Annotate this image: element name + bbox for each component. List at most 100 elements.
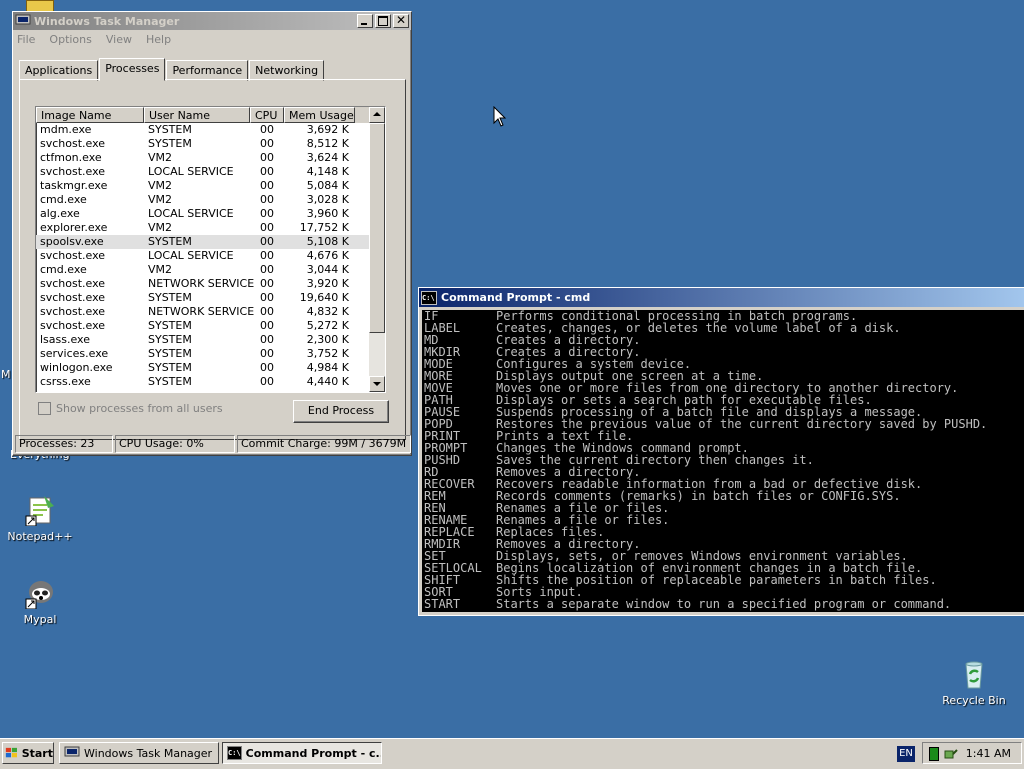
tab-processes[interactable]: Processes [99,58,166,81]
scroll-thumb[interactable] [369,123,385,333]
table-row[interactable]: svchost.exe SYSTEM 00 8,512 K [36,137,385,151]
table-row[interactable]: svchost.exe SYSTEM 00 5,272 K [36,319,385,333]
table-row[interactable]: services.exe SYSTEM 00 3,752 K [36,347,385,361]
table-row[interactable]: csrss.exe SYSTEM 00 4,440 K [36,375,385,389]
clock[interactable]: 1:41 AM [966,747,1011,760]
status-cpu-usage: CPU Usage: 0% [115,435,235,453]
command-name: START [424,597,461,611]
process-list-header: Image Name User Name CPU Mem Usage [36,107,385,123]
cell-mem-usage: 3,920 K [306,277,349,290]
mouse-cursor-icon [493,106,507,127]
end-process-button[interactable]: End Process [293,400,389,423]
show-all-users-label: Show processes from all users [56,402,223,415]
table-row[interactable]: svchost.exe NETWORK SERVICE 00 3,920 K [36,277,385,291]
menu-view[interactable]: View [106,33,132,46]
usb-tray-icon[interactable] [943,745,959,761]
tab-performance[interactable]: Performance [166,60,249,81]
cell-cpu: 00 [260,123,274,136]
table-row[interactable]: taskmgr.exe VM2 00 5,084 K [36,179,385,193]
desktop-icon-recycle-bin[interactable]: Recycle Bin [934,658,1014,707]
process-list[interactable]: Image Name User Name CPU Mem Usage mdm.e… [35,106,386,393]
cell-user-name: LOCAL SERVICE [148,249,234,262]
taskbar-button-label: Command Prompt - c... [245,746,382,760]
cell-cpu: 00 [260,263,274,276]
table-row[interactable]: explorer.exe VM2 00 17,752 K [36,221,385,235]
table-row[interactable]: winlogon.exe SYSTEM 00 4,984 K [36,361,385,375]
menu-file[interactable]: File [17,33,35,46]
window-title: Command Prompt - cmd [441,291,591,304]
table-row[interactable]: mdm.exe SYSTEM 00 3,692 K [36,123,385,137]
command-prompt-window[interactable]: C:\ Command Prompt - cmd IF Performs cond… [418,287,1024,616]
maximize-icon [378,16,388,26]
menu-help[interactable]: Help [146,33,171,46]
table-row[interactable]: svchost.exe NETWORK SERVICE 00 4,832 K [36,305,385,319]
table-row[interactable]: cmd.exe VM2 00 3,044 K [36,263,385,277]
cell-user-name: SYSTEM [148,319,192,332]
show-all-users-checkbox[interactable]: Show processes from all users [38,402,223,415]
cell-image-name: ctfmon.exe [40,151,102,164]
desktop-icon-notepadpp[interactable]: Notepad++ [0,494,80,543]
language-indicator[interactable]: EN [897,746,915,762]
task-manager-window[interactable]: Windows Task Manager ✕ File Options View… [12,11,412,456]
taskbar: Start Windows Task Manager C:\ Command P… [0,738,1024,769]
system-tray: 1:41 AM [922,742,1022,764]
cell-mem-usage: 8,512 K [306,137,349,150]
cell-image-name: taskmgr.exe [40,179,108,192]
table-row[interactable]: svchost.exe LOCAL SERVICE 00 4,676 K [36,249,385,263]
checkbox-box[interactable] [38,402,51,415]
cell-cpu: 00 [260,375,274,388]
taskbar-button-task-manager[interactable]: Windows Task Manager [59,742,219,764]
cell-user-name: SYSTEM [148,375,192,388]
process-list-scrollbar[interactable] [369,107,385,392]
start-button[interactable]: Start [2,742,54,764]
cell-mem-usage: 5,084 K [306,179,349,192]
table-row[interactable]: alg.exe LOCAL SERVICE 00 3,960 K [36,207,385,221]
console-output[interactable]: IF Performs conditional processing in bat… [422,310,1024,612]
table-row[interactable]: ctfmon.exe VM2 00 3,624 K [36,151,385,165]
task-manager-app-icon [15,14,31,27]
cell-cpu: 00 [260,319,274,332]
taskbar-button-label: Windows Task Manager [84,746,213,760]
column-mem-usage[interactable]: Mem Usage [284,107,355,123]
column-image-name[interactable]: Image Name [36,107,144,123]
console-line: START Starts a separate window to run a s… [424,598,1024,610]
table-row[interactable]: svchost.exe SYSTEM 00 19,640 K [36,291,385,305]
cell-cpu: 00 [260,207,274,220]
network-tray-icon[interactable] [929,747,939,761]
desktop-icon-label: Notepad++ [7,530,73,543]
cell-cpu: 00 [260,277,274,290]
tab-applications[interactable]: Applications [19,60,99,81]
windows-logo-icon [5,747,17,758]
cell-image-name: svchost.exe [40,277,106,290]
column-user-name[interactable]: User Name [144,107,250,123]
tab-networking[interactable]: Networking [249,60,325,81]
table-row[interactable]: cmd.exe VM2 00 3,028 K [36,193,385,207]
table-row[interactable]: svchost.exe LOCAL SERVICE 00 4,148 K [36,165,385,179]
scroll-up-button[interactable] [369,107,385,123]
scroll-down-button[interactable] [369,376,385,392]
cell-cpu: 00 [260,179,274,192]
taskbar-button-command-prompt[interactable]: C:\ Command Prompt - c... [222,742,382,764]
command-prompt-titlebar[interactable]: C:\ Command Prompt - cmd [419,288,1024,307]
cell-image-name: svchost.exe [40,319,106,332]
cell-mem-usage: 4,440 K [306,375,349,388]
cell-mem-usage: 3,044 K [306,263,349,276]
desktop-icon-label-clipped[interactable]: M [1,368,11,381]
table-row[interactable]: spoolsv.exe SYSTEM 00 5,108 K [36,235,385,249]
menu-options[interactable]: Options [49,33,91,46]
table-row[interactable]: lsass.exe SYSTEM 00 2,300 K [36,333,385,347]
cell-cpu: 00 [260,291,274,304]
cell-mem-usage: 4,832 K [306,305,349,318]
recycle-bin-icon [958,658,990,690]
close-button[interactable]: ✕ [393,13,409,28]
desktop-icon-mypal[interactable]: Mypal [0,577,80,626]
cell-user-name: VM2 [148,193,173,206]
minimize-button[interactable] [357,14,373,28]
process-rows: mdm.exe SYSTEM 00 3,692 K svchost.exe SYSTEM 0… [36,123,385,389]
maximize-button[interactable] [375,14,391,28]
task-manager-titlebar[interactable]: Windows Task Manager ✕ [13,12,411,30]
command-description: Starts a separate window to run a specif… [496,597,952,611]
close-icon: ✕ [396,13,407,27]
cell-user-name: VM2 [148,263,173,276]
column-cpu[interactable]: CPU [250,107,284,123]
